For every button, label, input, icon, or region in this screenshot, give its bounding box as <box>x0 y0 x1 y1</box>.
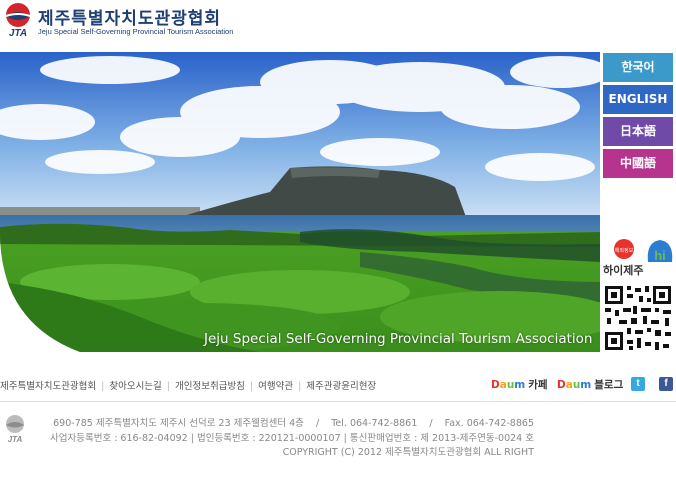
hero-banner: Jeju Special Self-Governing Provincial T… <box>0 52 600 352</box>
hijeju-banner[interactable]: 해외정보 hi 하이제주 <box>602 238 674 280</box>
footer-registration: 사업자등록번호 : 616-82-04092 | 법인등록번호 : 220121… <box>50 432 534 444</box>
language-japanese-button[interactable]: 日本語 <box>603 117 673 146</box>
footer-link-privacy[interactable]: 개인정보취급방침 <box>175 381 245 392</box>
language-english-button[interactable]: ENGLISH <box>603 85 673 114</box>
footer-link-association[interactable]: 제주특별자치도관광협회 <box>0 381 96 392</box>
qr-code-icon <box>603 284 673 352</box>
site-logo[interactable]: JTA 제주특별자치도관광협회 Jeju Special Self-Govern… <box>0 0 245 42</box>
language-korean-button[interactable]: 한국어 <box>603 53 673 82</box>
daum-blog-link[interactable]: Daum 블로그 <box>557 377 623 392</box>
footer-address: 690-785 제주특별자치도 제주시 선덕로 23 제주웰컴센터 4층 / T… <box>53 418 534 429</box>
footer-link-ethics-charter[interactable]: 제주관광윤리현장 <box>306 381 376 392</box>
footer-nav-divider: | <box>101 381 105 392</box>
svg-text:해외정보: 해외정보 <box>615 247 634 254</box>
daum-blog-label: 블로그 <box>594 379 624 391</box>
site-subtitle: Jeju Special Self-Governing Provincial T… <box>38 27 234 36</box>
footer-info: 690-785 제주특별자치도 제주시 선덕로 23 제주웰컴센터 4층 / T… <box>0 417 534 461</box>
site-title: 제주특별자치도관광협회 <box>38 9 222 29</box>
language-chinese-button[interactable]: 中國語 <box>603 149 673 178</box>
daum-logo-icon: Daum <box>491 379 526 391</box>
footer-nav: 제주특별자치도관광협회 | 찾아오시는길 | 개인정보취급방침 | 여행약관 | 제주관광윤리현… <box>0 378 376 394</box>
hijeju-label: 하이제주 <box>603 264 644 277</box>
footer-nav-divider: | <box>249 381 254 392</box>
hero-caption: Jeju Special Self-Governing Provincial T… <box>204 331 593 347</box>
footer-link-travel-terms[interactable]: 여행약관 <box>258 381 293 392</box>
twitter-icon[interactable]: t <box>631 377 645 391</box>
jeju-seongsan-photo <box>0 52 600 352</box>
footer-link-directions[interactable]: 찾아오시는길 <box>109 381 161 392</box>
hijeju-mark-text: hi <box>654 248 666 263</box>
footer-copyright: COPYRIGHT (C) 2012 제주특별자치도관광협회 ALL RIGHT <box>282 447 534 458</box>
hijeju-mark-icon: 해외정보 hi <box>614 239 673 263</box>
facebook-icon[interactable]: f <box>659 377 673 391</box>
footer-nav-divider: | <box>298 381 302 392</box>
jta-emblem-icon: JTA <box>5 3 31 38</box>
logo-acronym: JTA <box>9 28 27 38</box>
daum-cafe-label: 카페 <box>528 379 548 391</box>
daum-logo-icon: Daum <box>557 379 592 391</box>
footer-divider <box>0 401 676 402</box>
daum-cafe-link[interactable]: Daum 카페 <box>491 377 548 392</box>
footer-nav-divider: | <box>166 381 170 392</box>
